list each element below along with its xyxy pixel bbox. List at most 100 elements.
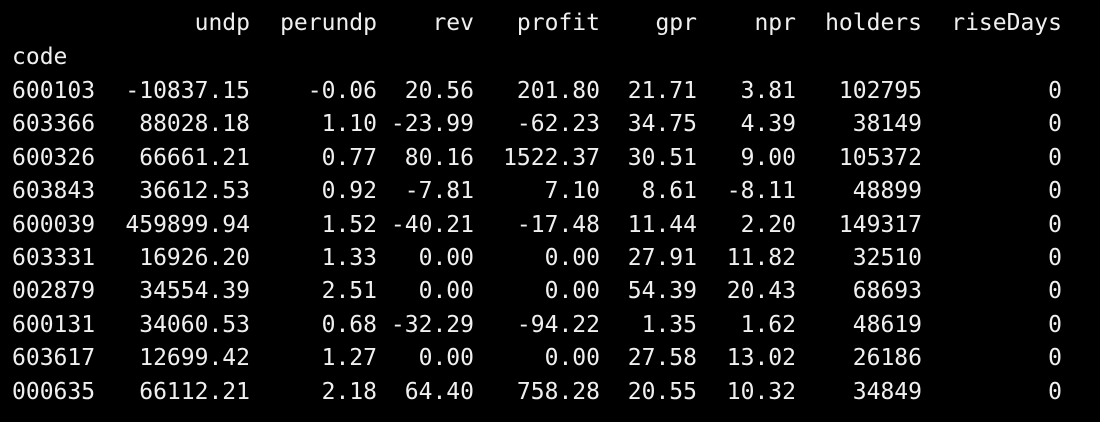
cell-profit: 758.28 — [516, 378, 600, 405]
cell-npr: 20.43 — [726, 278, 796, 305]
cell-rev: -40.21 — [390, 211, 474, 238]
row-code: 600131 — [12, 311, 96, 338]
cell-rev: 64.40 — [404, 378, 474, 405]
cell-rev: -32.29 — [390, 311, 474, 338]
cell-holders: 48899 — [852, 178, 922, 205]
column-header-holders: holders — [825, 10, 922, 36]
column-header-perundp: perundp — [280, 10, 377, 36]
cell-npr: 11.82 — [726, 245, 796, 271]
column-header-rev: rev — [432, 10, 474, 36]
cell-perundp: 1.33 — [321, 245, 377, 271]
cell-holders: 102795 — [838, 78, 922, 104]
cell-holders: 149317 — [838, 211, 922, 238]
row-code: 603843 — [12, 178, 96, 205]
row-code: 603617 — [12, 345, 96, 372]
cell-profit: 7.10 — [544, 178, 600, 205]
index-name-row: code — [0, 40, 1100, 74]
cell-undp: 459899.94 — [125, 211, 250, 238]
table-row: 603331 16926.20 1.33 0.00 0.00 27.91 11.82 3251… — [0, 241, 1100, 275]
terminal-output: undp perundp rev profit gpr npr holders … — [0, 0, 1100, 422]
cell-rev: -23.99 — [390, 111, 474, 138]
cell-profit: -17.48 — [516, 211, 600, 238]
cell-riseDays: 0 — [1048, 144, 1062, 171]
cell-riseDays: 0 — [1048, 211, 1062, 238]
table-row: 000635 66112.21 2.18 64.40 758.28 20.55 10.32 3… — [0, 375, 1100, 409]
table-row: 002879 34554.39 2.51 0.00 0.00 54.39 20.43 6869… — [0, 274, 1100, 308]
cell-undp: 34554.39 — [139, 278, 250, 305]
table-row: 600131 34060.53 0.68 -32.29 -94.22 1.35 1.62 48… — [0, 308, 1100, 342]
cell-holders: 34849 — [852, 378, 922, 405]
table-row: 600326 66661.21 0.77 80.16 1522.37 30.51 9.00 1… — [0, 141, 1100, 175]
cell-gpr: 27.58 — [627, 345, 697, 372]
cell-npr: 2.20 — [740, 211, 796, 238]
cell-rev: 0.00 — [418, 278, 474, 305]
cell-npr: 4.39 — [740, 111, 796, 138]
row-code: 000635 — [12, 378, 96, 405]
column-header-npr: npr — [754, 10, 796, 36]
cell-npr: 13.02 — [726, 345, 796, 372]
cell-rev: -7.81 — [404, 178, 474, 205]
cell-riseDays: 0 — [1048, 278, 1062, 305]
cell-npr: 9.00 — [740, 144, 796, 171]
cell-holders: 105372 — [838, 144, 922, 171]
cell-npr: 3.81 — [740, 78, 796, 104]
cell-profit: -94.22 — [516, 311, 600, 338]
cell-riseDays: 0 — [1048, 378, 1062, 405]
cell-npr: 1.62 — [740, 311, 796, 338]
cell-gpr: 1.35 — [641, 311, 697, 338]
row-code: 600103 — [12, 78, 96, 104]
column-header-riseDays: riseDays — [951, 10, 1062, 36]
cell-gpr: 20.55 — [627, 378, 697, 405]
row-code: 603366 — [12, 111, 96, 138]
cell-gpr: 21.71 — [627, 78, 697, 104]
table-row: 600039 459899.94 1.52 -40.21 -17.48 11.44 2.20… — [0, 208, 1100, 242]
table-row: 603617 12699.42 1.27 0.00 0.00 27.58 13.02 2618… — [0, 341, 1100, 375]
index-name: code — [12, 44, 68, 70]
table-header: undp perundp rev profit gpr npr holders … — [0, 6, 1100, 40]
cell-perundp: 2.51 — [321, 278, 377, 305]
cell-undp: 66112.21 — [139, 378, 250, 405]
cell-gpr: 54.39 — [627, 278, 697, 305]
cell-undp: -10837.15 — [125, 78, 250, 104]
cell-perundp: 1.52 — [321, 211, 377, 238]
cell-holders: 32510 — [852, 245, 922, 271]
cell-perundp: -0.06 — [307, 78, 377, 104]
cell-rev: 20.56 — [404, 78, 474, 104]
cell-rev: 0.00 — [418, 245, 474, 271]
column-header-gpr: gpr — [655, 10, 697, 36]
cell-perundp: 2.18 — [321, 378, 377, 405]
cell-undp: 36612.53 — [139, 178, 250, 205]
row-code: 002879 — [12, 278, 96, 305]
cell-npr: -8.11 — [726, 178, 796, 205]
cell-perundp: 1.10 — [321, 111, 377, 138]
cell-gpr: 8.61 — [641, 178, 697, 205]
cell-gpr: 27.91 — [627, 245, 697, 271]
cell-holders: 26186 — [852, 345, 922, 372]
cell-rev: 80.16 — [404, 144, 474, 171]
table-row: 603843 36612.53 0.92 -7.81 7.10 8.61 -8.11 4889… — [0, 174, 1100, 208]
cell-undp: 16926.20 — [139, 245, 250, 271]
cell-gpr: 30.51 — [627, 144, 697, 171]
cell-perundp: 0.77 — [321, 144, 377, 171]
cell-riseDays: 0 — [1048, 178, 1062, 205]
column-header-undp: undp — [194, 10, 250, 36]
cell-holders: 48619 — [852, 311, 922, 338]
cell-riseDays: 0 — [1048, 345, 1062, 372]
cell-profit: 0.00 — [544, 345, 600, 372]
cell-profit: 0.00 — [544, 278, 600, 305]
row-code: 603331 — [12, 245, 96, 271]
cell-gpr: 11.44 — [627, 211, 697, 238]
cell-riseDays: 0 — [1048, 311, 1062, 338]
row-code: 600326 — [12, 144, 96, 171]
cell-riseDays: 0 — [1048, 78, 1062, 104]
table-row: 600103 -10837.15 -0.06 20.56 201.80 21.71 3.81… — [0, 74, 1100, 108]
cell-perundp: 0.68 — [321, 311, 377, 338]
cell-undp: 12699.42 — [139, 345, 250, 372]
cell-profit: 201.80 — [516, 78, 600, 104]
cell-gpr: 34.75 — [627, 111, 697, 138]
table-row: 603366 88028.18 1.10 -23.99 -62.23 34.75 4.39 3… — [0, 107, 1100, 141]
cell-profit: -62.23 — [516, 111, 600, 138]
cell-riseDays: 0 — [1048, 111, 1062, 138]
cell-profit: 0.00 — [544, 245, 600, 271]
cell-rev: 0.00 — [418, 345, 474, 372]
